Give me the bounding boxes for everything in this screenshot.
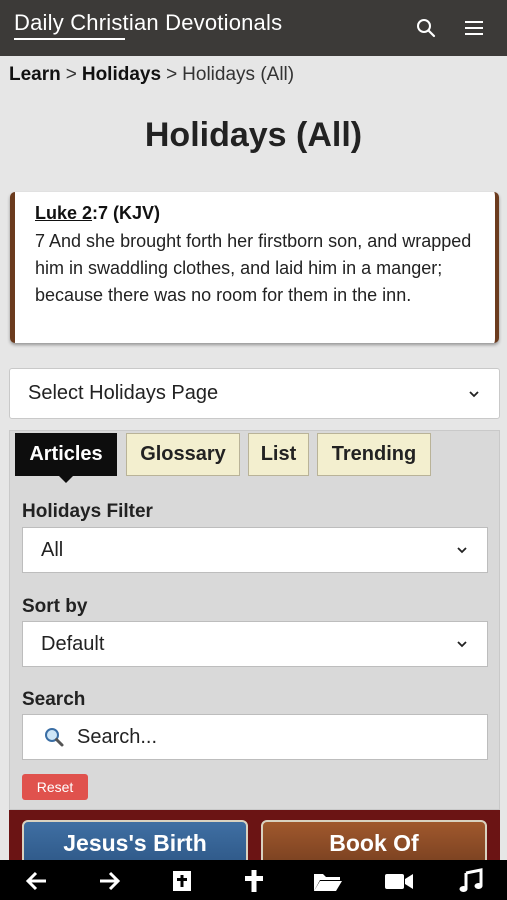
search-box	[22, 714, 488, 760]
holidays-filter-label: Holidays Filter	[22, 501, 153, 522]
search-input[interactable]	[77, 725, 457, 749]
active-tab-pointer	[58, 475, 74, 483]
title-underline	[14, 38, 125, 40]
card-title: Jesus's Birth	[63, 830, 207, 856]
sort-by-select[interactable]: Default	[22, 621, 488, 667]
verse-reference: Luke 2:7 (KJV)	[35, 202, 475, 224]
tab-trending[interactable]: Trending	[317, 433, 431, 476]
tab-label: Articles	[29, 443, 103, 465]
holidays-page-select[interactable]: Select Holidays Page	[9, 368, 500, 419]
video-icon[interactable]	[383, 868, 415, 894]
verse-card: Luke 2:7 (KJV) 7 And she brought forth h…	[10, 192, 499, 343]
holidays-filter-value: All	[41, 538, 64, 561]
chevron-down-icon	[457, 547, 467, 554]
magnifier-icon	[45, 728, 64, 747]
holiday-cards-strip: Jesus's Birth Book Of	[9, 810, 500, 862]
breadcrumb-link-learn[interactable]: Learn	[9, 64, 61, 85]
site-title[interactable]: Daily Christian Devotionals	[14, 10, 282, 36]
chevron-down-icon	[469, 390, 479, 397]
holidays-filter-select[interactable]: All	[22, 527, 488, 573]
search-icon[interactable]	[414, 16, 438, 40]
tab-label: Trending	[331, 443, 417, 465]
tab-list[interactable]: List	[248, 433, 309, 476]
hamburger-menu-icon[interactable]	[462, 16, 486, 40]
folder-icon[interactable]	[312, 868, 344, 894]
verse-ref-rest: :7 (KJV)	[92, 203, 161, 223]
tab-glossary[interactable]: Glossary	[126, 433, 240, 476]
card-jesus-birth[interactable]: Jesus's Birth	[22, 820, 248, 862]
cross-icon[interactable]	[241, 868, 267, 894]
chevron-down-icon	[457, 641, 467, 648]
reset-button[interactable]: Reset	[22, 774, 88, 800]
sort-by-value: Default	[41, 632, 105, 655]
filter-panel: Articles Glossary List Trending Holidays…	[9, 430, 500, 810]
breadcrumb-separator: >	[166, 64, 178, 85]
tab-label: List	[260, 443, 297, 465]
holidays-page-select-value: Select Holidays Page	[28, 382, 219, 404]
verse-book-link[interactable]: Luke 2	[35, 203, 92, 223]
card-book-of[interactable]: Book Of	[261, 820, 487, 862]
tab-articles[interactable]: Articles	[15, 433, 117, 483]
sort-by-label: Sort by	[22, 596, 88, 617]
card-title: Book Of	[329, 830, 419, 856]
verse-text: 7 And she brought forth her firstborn so…	[35, 231, 472, 305]
page-title: Holidays (All)	[144, 116, 363, 154]
music-icon[interactable]	[458, 868, 484, 894]
forward-arrow-icon[interactable]	[96, 868, 122, 894]
breadcrumb-link-holidays[interactable]: Holidays	[82, 64, 161, 85]
bottom-nav	[0, 860, 507, 900]
breadcrumb-separator: >	[65, 64, 77, 85]
breadcrumb: Learn > Holidays > Holidays (All)	[9, 64, 294, 86]
search-label: Search	[22, 689, 86, 710]
top-bar: Daily Christian Devotionals	[0, 0, 507, 56]
breadcrumb-current: Holidays (All)	[182, 64, 295, 85]
tab-label: Glossary	[140, 443, 226, 465]
back-arrow-icon[interactable]	[24, 868, 50, 894]
bible-icon[interactable]	[169, 868, 195, 894]
